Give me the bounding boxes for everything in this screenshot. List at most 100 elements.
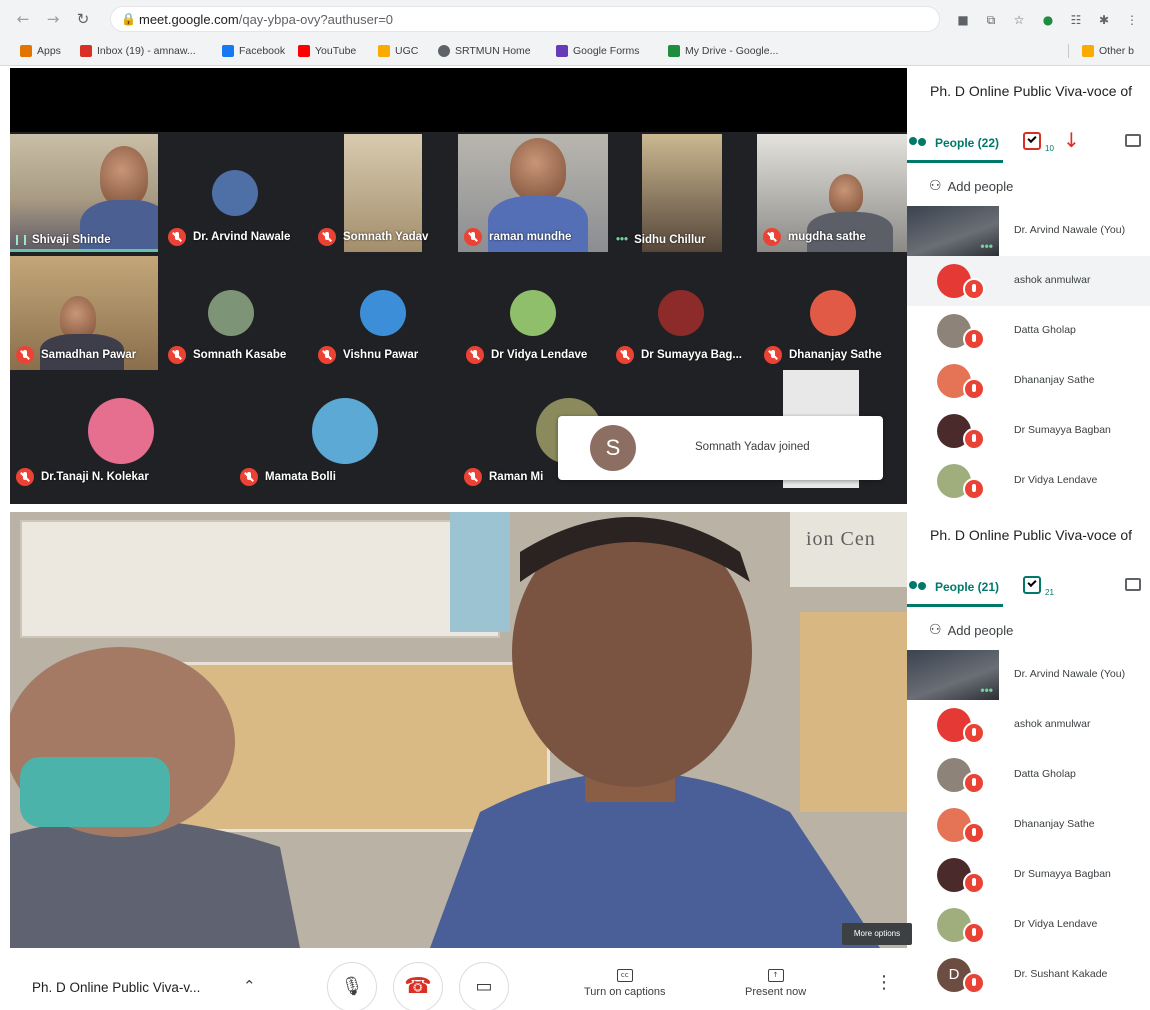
self-video-thumb: •••	[907, 206, 999, 256]
participant-tile[interactable]: ••• Sidhu Chillur	[610, 134, 760, 252]
video-camera-icon: ▭	[475, 976, 493, 997]
bookmark-forms[interactable]: Google Forms	[556, 43, 640, 59]
reload-icon[interactable]: ↻	[74, 10, 92, 28]
profile-icon[interactable]: ⋮	[1124, 12, 1140, 28]
speaker-person	[430, 517, 880, 948]
participant-tile[interactable]: Shivaji Shinde	[10, 134, 158, 252]
participant-tile[interactable]: Somnath Kasabe	[162, 256, 312, 370]
cast-icon[interactable]: ⧉	[983, 12, 999, 28]
chat-icon[interactable]	[1125, 578, 1141, 591]
tab-people[interactable]: People (21)	[909, 570, 999, 604]
captions-label: Turn on captions	[584, 986, 666, 998]
add-people-label: Add people	[947, 622, 1014, 638]
participant-tile[interactable]: Dhananjay Sathe	[758, 256, 907, 370]
bookmark-facebook[interactable]: Facebook	[222, 43, 285, 59]
mic-off-icon	[963, 378, 985, 400]
person-name: Dr Vidya Lendave	[1014, 918, 1098, 930]
participant-tile[interactable]: raman mundhe	[458, 134, 608, 252]
more-icon: •••	[980, 683, 993, 697]
participant-tile[interactable]: Dr Vidya Lendave	[460, 256, 610, 370]
menu-grid-icon[interactable]: ☷	[1068, 12, 1084, 28]
add-people-button[interactable]: ⚇ Add people	[929, 622, 1013, 638]
captions-button[interactable]: cc Turn on captions	[584, 968, 666, 998]
list-item[interactable]: Dr Sumayya Bagban	[907, 850, 1150, 900]
list-item[interactable]: Dr Vidya Lendave	[907, 900, 1150, 950]
person-name: Dr Sumayya Bagban	[1014, 868, 1111, 880]
tasks-icon[interactable]	[1023, 132, 1041, 150]
list-item[interactable]: Dhananjay Sathe	[907, 800, 1150, 850]
self-video-thumb: •••	[907, 650, 999, 700]
mic-off-icon	[466, 346, 484, 364]
participant-tile[interactable]: Somnath Yadav	[312, 134, 460, 252]
mic-off-icon	[963, 722, 985, 744]
list-item[interactable]: Dhananjay Sathe	[907, 356, 1150, 406]
participant-label: Samadhan Pawar	[16, 346, 136, 364]
bookmark-apps[interactable]: Apps	[20, 43, 61, 59]
participant-tile[interactable]: Samadhan Pawar	[10, 256, 158, 370]
list-item[interactable]: ashok anmulwar	[907, 700, 1150, 750]
extension-icon[interactable]: ●	[1040, 12, 1056, 28]
list-item[interactable]: ashok anmulwar	[907, 256, 1150, 306]
list-item[interactable]: ••• Dr. Arvind Nawale (You)	[907, 206, 1150, 256]
list-item[interactable]: D Dr. Sushant Kakade	[907, 950, 1150, 1000]
participant-tile[interactable]: Dr Sumayya Bag...	[610, 256, 758, 370]
bookmark-other[interactable]: Other b	[1082, 43, 1134, 59]
add-people-button[interactable]: ⚇ Add people	[929, 178, 1013, 194]
leave-call-button[interactable]: ☎	[393, 962, 443, 1010]
participant-tile[interactable]: mugdha sathe	[757, 134, 907, 252]
bookmark-drive[interactable]: My Drive - Google...	[668, 43, 778, 59]
back-icon[interactable]: ←	[14, 10, 32, 28]
bookmark-ugc[interactable]: UGC	[378, 43, 418, 59]
participant-name: Dr. Arvind Nawale	[193, 231, 291, 243]
more-icon: •••	[616, 234, 629, 246]
present-now-button[interactable]: ↑ Present now	[745, 968, 806, 998]
people-icon	[909, 581, 929, 593]
mic-off-icon	[16, 346, 34, 364]
bookmark-label: Other b	[1099, 45, 1135, 57]
mic-button[interactable]: 🎙	[327, 962, 377, 1010]
participant-label: ••• Sidhu Chillur	[616, 234, 706, 246]
meeting-details-title[interactable]: Ph. D Online Public Viva-v...	[32, 980, 200, 995]
panel-tabs: People (21) 21	[907, 570, 1150, 607]
person-name: Datta Gholap	[1014, 324, 1076, 336]
participant-tile[interactable]: Dr. Arvind Nawale	[162, 134, 312, 252]
puzzle-icon[interactable]: ✱	[1096, 12, 1112, 28]
camera-icon[interactable]: ■	[955, 12, 971, 28]
add-person-icon: ⚇	[929, 622, 942, 638]
participant-tile[interactable]: Dr.Tanaji N. Kolekar	[10, 374, 234, 492]
avatar	[312, 398, 378, 464]
bookmark-inbox[interactable]: Inbox (19) - amnaw...	[80, 43, 196, 59]
tab-people[interactable]: People (22)	[909, 126, 999, 160]
camera-button[interactable]: ▭	[459, 962, 509, 1010]
address-bar[interactable]: 🔒 meet.google.com/qay-ybpa-ovy?authuser=…	[110, 6, 940, 32]
list-item[interactable]: Dr Vidya Lendave	[907, 456, 1150, 506]
participant-tile[interactable]: Mamata Bolli	[234, 374, 458, 492]
list-item[interactable]: ••• Dr. Arvind Nawale (You)	[907, 650, 1150, 700]
mic-off-icon	[963, 822, 985, 844]
more-options-icon[interactable]: ⋮	[875, 972, 893, 993]
chat-icon[interactable]	[1125, 134, 1141, 147]
star-icon[interactable]: ☆	[1011, 12, 1027, 28]
participant-label: Dr.Tanaji N. Kolekar	[16, 468, 149, 486]
forward-icon[interactable]: →	[44, 10, 62, 28]
list-item[interactable]: Datta Gholap	[907, 750, 1150, 800]
bookmark-youtube[interactable]: YouTube	[298, 43, 356, 59]
bookmark-srtmun[interactable]: SRTMUN Home	[438, 43, 531, 59]
person-name: Dr. Arvind Nawale (You)	[1014, 668, 1126, 680]
person-name: ashok anmulwar	[1014, 718, 1091, 730]
participant-name: Dhananjay Sathe	[789, 349, 882, 361]
chevron-up-icon[interactable]: ⌃	[243, 977, 256, 995]
people-panel: Ph. D Online Public Viva-voce of People …	[907, 68, 1150, 508]
participant-tile[interactable]: Vishnu Pawar	[312, 256, 460, 370]
mic-off-icon	[963, 328, 985, 350]
present-icon: ↑	[767, 969, 784, 982]
list-item[interactable]: Datta Gholap	[907, 306, 1150, 356]
tasks-icon[interactable]	[1023, 576, 1041, 594]
meeting-title: Ph. D Online Public Viva-voce of	[930, 83, 1133, 99]
mic-off-icon	[963, 922, 985, 944]
participant-label: Vishnu Pawar	[318, 346, 418, 364]
join-notification: S Somnath Yadav joined	[558, 416, 883, 480]
mic-off-icon	[764, 346, 782, 364]
more-icon: •••	[980, 239, 993, 253]
list-item[interactable]: Dr Sumayya Bagban	[907, 406, 1150, 456]
